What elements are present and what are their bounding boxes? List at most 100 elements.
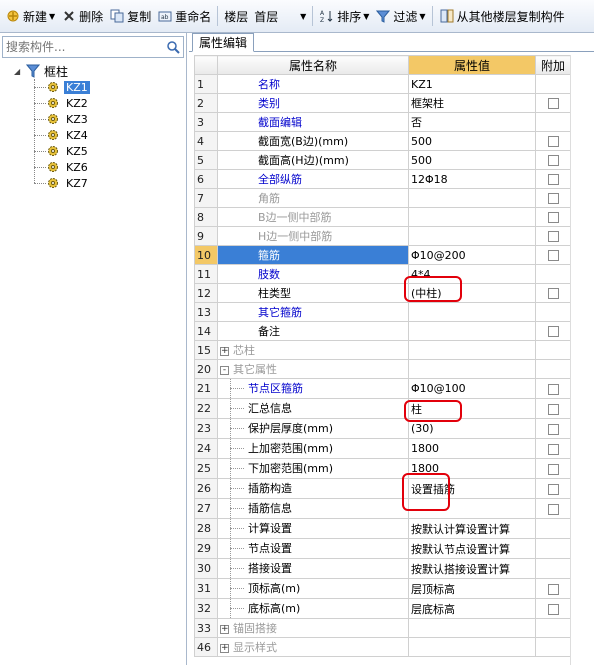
table-row[interactable]: 15 + 芯柱 [194,340,571,360]
property-value-cell[interactable]: 1800 [408,438,536,459]
property-name-cell[interactable]: 节点区箍筋 [217,378,409,399]
table-row[interactable]: 12 柱类型 (中柱) [194,283,571,303]
table-row[interactable]: 32 底标高(m) 层底标高 [194,598,571,619]
property-name-cell[interactable]: 顶标高(m) [217,578,409,599]
attach-checkbox[interactable] [547,383,559,395]
attach-checkbox[interactable] [547,155,559,166]
table-row[interactable]: 31 顶标高(m) 层顶标高 [194,578,571,599]
property-value-cell[interactable]: 12Φ18 [408,169,536,189]
property-name-cell[interactable]: 其它箍筋 [217,302,409,322]
table-row[interactable]: 26 插筋构造 设置插筋 [194,478,571,499]
property-value-cell[interactable] [408,188,536,208]
property-value-cell[interactable] [408,302,536,322]
table-row[interactable]: 33 + 锚固搭接 [194,618,571,638]
property-name-cell[interactable]: + 显示样式 [217,637,409,657]
property-name-cell[interactable]: H边一侧中部筋 [217,226,409,246]
property-value-cell[interactable]: 按默认搭接设置计算 [408,558,536,579]
property-value-cell[interactable]: Φ10@100 [408,378,536,399]
table-row[interactable]: 8 B边一侧中部筋 [194,207,571,227]
property-name-cell[interactable]: - 其它属性 [217,359,409,379]
property-value-cell[interactable]: 按默认节点设置计算 [408,538,536,559]
table-row[interactable]: 20- 其它属性 [194,359,571,379]
tree-item-kz4[interactable]: KZ4 [0,127,186,143]
table-row[interactable]: 23 保护层厚度(mm) (30) [194,418,571,439]
property-name-cell[interactable]: 备注 [217,321,409,341]
property-value-cell[interactable]: 否 [408,112,536,132]
floor-select[interactable]: 首层 ▼ [251,4,309,28]
property-value-cell[interactable]: 500 [408,150,536,170]
table-row[interactable]: 14 备注 [194,321,571,341]
table-row[interactable]: 46 + 显示样式 [194,637,571,657]
table-row[interactable]: 27 插筋信息 [194,498,571,519]
property-name-cell[interactable]: 名称 [217,74,409,94]
attach-checkbox[interactable] [547,326,559,337]
table-row[interactable]: 6 全部纵筋 12Φ18 [194,169,571,189]
table-row[interactable]: 25 下加密范围(mm) 1800 [194,458,571,479]
tab-property-edit[interactable]: 属性编辑 [192,33,255,52]
attach-checkbox[interactable] [547,483,559,495]
sort-button[interactable]: AZ 排序 ▼ [316,4,372,28]
attach-checkbox[interactable] [547,503,559,515]
property-value-cell[interactable] [408,226,536,246]
table-row[interactable]: 29 节点设置 按默认节点设置计算 [194,538,571,559]
property-name-cell[interactable]: 柱类型 [217,283,409,303]
property-name-cell[interactable]: 下加密范围(mm) [217,458,409,479]
property-name-cell[interactable]: 插筋信息 [217,498,409,519]
attach-checkbox[interactable] [547,583,559,595]
attach-checkbox[interactable] [547,443,559,455]
property-name-cell[interactable]: 截面宽(B边)(mm) [217,131,409,151]
property-name-cell[interactable]: 汇总信息 [217,398,409,419]
property-name-cell[interactable]: 类别 [217,93,409,113]
property-name-cell[interactable]: 节点设置 [217,538,409,559]
table-row[interactable]: 11 肢数 4*4 [194,264,571,284]
property-value-cell[interactable]: Φ10@200 [408,245,536,265]
delete-button[interactable]: 删除 [58,4,106,28]
expand-icon[interactable]: + [220,643,229,653]
property-value-cell[interactable] [408,340,536,360]
attach-checkbox[interactable] [547,231,559,242]
table-row[interactable]: 9 H边一侧中部筋 [194,226,571,246]
table-row[interactable]: 30 搭接设置 按默认搭接设置计算 [194,558,571,579]
tree-item-kz1[interactable]: KZ1 [0,79,186,95]
attach-checkbox[interactable] [547,250,559,261]
property-value-cell[interactable]: KZ1 [408,74,536,94]
property-name-cell[interactable]: 截面高(H边)(mm) [217,150,409,170]
property-value-cell[interactable]: 500 [408,131,536,151]
property-name-cell[interactable]: + 芯柱 [217,340,409,360]
property-name-cell[interactable]: 底标高(m) [217,598,409,619]
attach-checkbox[interactable] [547,463,559,475]
attach-checkbox[interactable] [547,98,559,109]
property-value-cell[interactable]: 按默认计算设置计算 [408,518,536,539]
copy-from-floor-button[interactable]: 从其他楼层复制构件 [436,4,568,28]
collapse-icon[interactable]: ◢ [14,67,26,76]
attach-checkbox[interactable] [547,174,559,185]
property-name-cell[interactable]: 角筋 [217,188,409,208]
table-row[interactable]: 5 截面高(H边)(mm) 500 [194,150,571,170]
tree-item-kz3[interactable]: KZ3 [0,111,186,127]
property-value-cell[interactable]: 层底标高 [408,598,536,619]
table-row[interactable]: 10 箍筋 Φ10@200 [194,245,571,265]
tree-item-kz7[interactable]: KZ7 [0,175,186,191]
table-row[interactable]: 3 截面编辑 否 [194,112,571,132]
attach-checkbox[interactable] [547,603,559,615]
table-row[interactable]: 2 类别 框架柱 [194,93,571,113]
collapse-icon[interactable]: - [220,365,229,375]
property-value-cell[interactable] [408,321,536,341]
table-row[interactable]: 24 上加密范围(mm) 1800 [194,438,571,459]
property-value-cell[interactable] [408,637,536,657]
table-row[interactable]: 7 角筋 [194,188,571,208]
property-name-cell[interactable]: 截面编辑 [217,112,409,132]
filter-button[interactable]: 过滤 ▼ [372,4,428,28]
table-row[interactable]: 22 汇总信息柱 [194,398,571,419]
attach-checkbox[interactable] [547,212,559,223]
table-row[interactable]: 28 计算设置 按默认计算设置计算 [194,518,571,539]
copy-button[interactable]: 复制 [106,4,154,28]
attach-checkbox[interactable] [547,423,559,435]
tree-root-frame-column[interactable]: ◢ 框柱 [0,63,186,79]
attach-checkbox[interactable] [547,288,559,299]
property-name-cell[interactable]: 计算设置 [217,518,409,539]
attach-checkbox[interactable] [547,403,559,415]
property-value-cell[interactable]: 层顶标高 [408,578,536,599]
property-name-cell[interactable]: 肢数 [217,264,409,284]
property-name-cell[interactable]: 插筋构造 [217,478,409,499]
